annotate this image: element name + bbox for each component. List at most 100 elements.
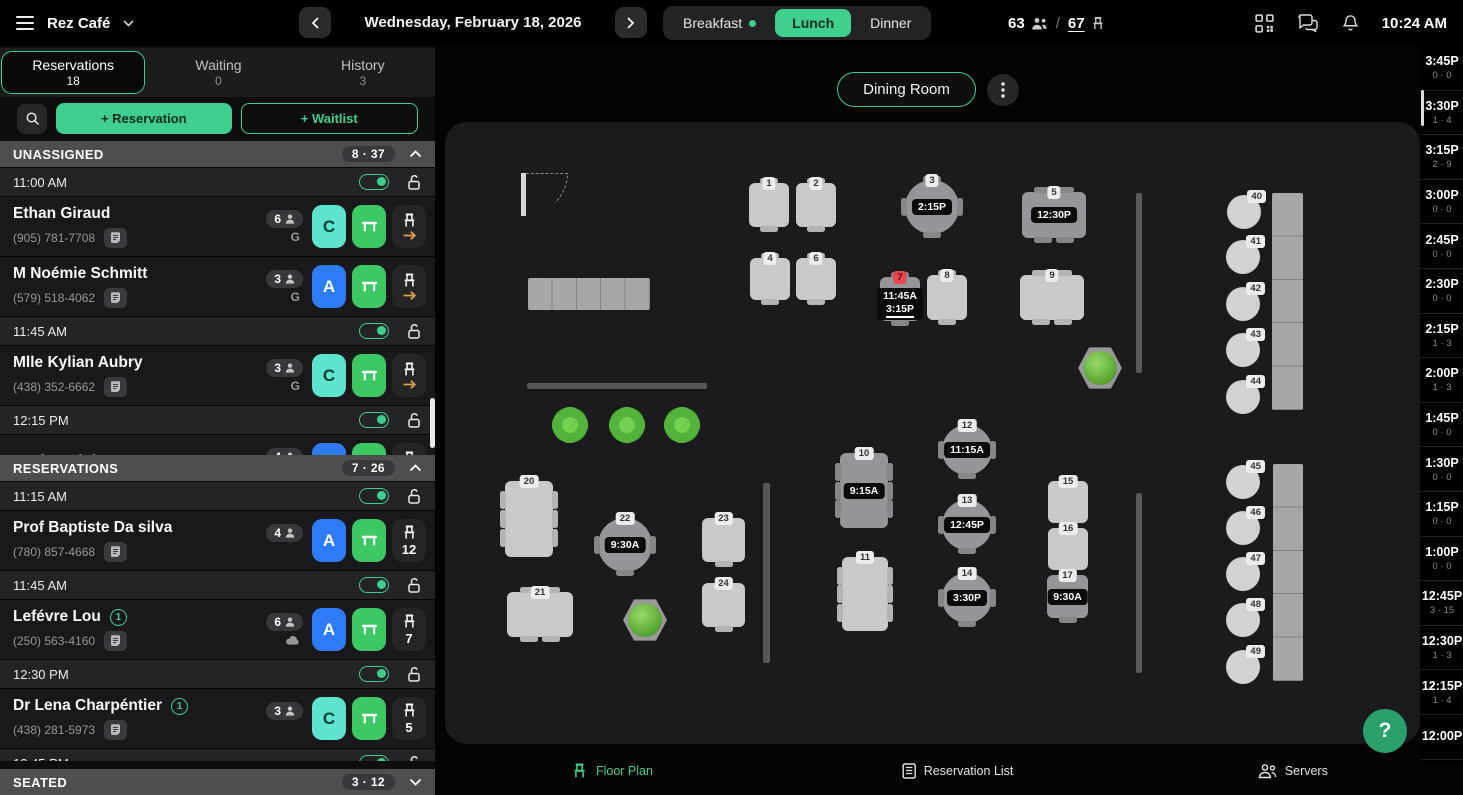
floor-table-9[interactable]: 9	[1020, 275, 1084, 320]
table-status-badge[interactable]	[352, 205, 386, 248]
floor-stool-42[interactable]: 42	[1226, 287, 1260, 321]
reservation-row[interactable]: Lucie Hubért 4 A	[0, 434, 435, 455]
floor-table-22[interactable]: 229:30A	[598, 518, 652, 572]
help-button[interactable]: ?	[1363, 709, 1407, 753]
note-button[interactable]	[104, 228, 127, 248]
section-header-seated[interactable]: SEATED3 · 12	[0, 769, 435, 795]
reservation-row[interactable]: Mlle Kylian Aubry (438) 352-6662 3 G C	[0, 345, 435, 405]
floor-table-16[interactable]: 16	[1048, 528, 1088, 570]
meal-tab-dinner[interactable]: Dinner	[853, 9, 928, 37]
next-day-button[interactable]	[615, 7, 647, 38]
assigned-table-badge[interactable]: 12	[392, 519, 426, 562]
reservation-row[interactable]: Ethan Giraud (905) 781-7708 6 G C	[0, 196, 435, 256]
floor-grid-icon[interactable]	[1255, 14, 1274, 33]
timeline-slot-2:15P[interactable]: 2:15P1 · 3	[1421, 314, 1463, 359]
online-toggle[interactable]	[359, 577, 389, 593]
floor-stool-41[interactable]: 41	[1226, 240, 1260, 274]
menu-icon[interactable]	[16, 16, 34, 30]
floor-table-10[interactable]: 109:15A	[840, 453, 888, 528]
floor-table-13[interactable]: 1312:45P	[942, 500, 992, 550]
sidebar-tab-waiting[interactable]: Waiting0	[147, 51, 289, 94]
room-selector[interactable]: Dining Room	[837, 72, 976, 107]
online-toggle[interactable]	[359, 174, 389, 190]
online-toggle[interactable]	[359, 755, 389, 761]
timeline-slot-2:00P[interactable]: 2:00P1 · 3	[1421, 358, 1463, 403]
search-button[interactable]	[17, 104, 47, 134]
guest-status-badge[interactable]: A	[312, 519, 346, 562]
guest-status-badge[interactable]: A	[312, 608, 346, 651]
floor-table-6[interactable]: 6	[796, 258, 836, 300]
timeline-slot-12:15P[interactable]: 12:15P1 · 4	[1421, 670, 1463, 715]
table-status-badge[interactable]	[352, 354, 386, 397]
floor-stool-43[interactable]: 43	[1226, 333, 1260, 367]
seat-guest-button[interactable]	[392, 205, 426, 248]
chevron-down-icon[interactable]	[123, 20, 134, 27]
venue-name[interactable]: Rez Café	[47, 15, 110, 32]
floor-stool-45[interactable]: 45	[1226, 465, 1260, 499]
timeline-slot-1:00P[interactable]: 1:00P0 · 0	[1421, 537, 1463, 582]
timeline-slot-12:30P[interactable]: 12:30P1 · 3	[1421, 626, 1463, 671]
online-toggle[interactable]	[359, 323, 389, 339]
note-button[interactable]	[104, 288, 127, 308]
floor-table-11[interactable]: 11	[842, 557, 888, 631]
assigned-table-badge[interactable]: 7	[392, 608, 426, 651]
timeline-slot-1:15P[interactable]: 1:15P0 · 0	[1421, 492, 1463, 537]
section-header-unassigned[interactable]: UNASSIGNED8 · 37	[0, 141, 435, 167]
notifications-icon[interactable]	[1342, 14, 1359, 33]
floor-stool-44[interactable]: 44	[1226, 380, 1260, 414]
floor-table-12[interactable]: 1211:15A	[942, 425, 992, 475]
add-waitlist-button[interactable]: + Waitlist	[241, 103, 419, 134]
nav-floor-plan[interactable]: Floor Plan	[572, 746, 653, 795]
floor-table-15[interactable]: 15	[1048, 481, 1088, 523]
guest-status-badge[interactable]: C	[312, 697, 346, 740]
online-toggle[interactable]	[359, 412, 389, 428]
floor-table-20[interactable]: 20	[505, 481, 553, 557]
unlock-icon[interactable]	[406, 488, 422, 505]
floor-stool-48[interactable]: 48	[1226, 603, 1260, 637]
floor-table-7[interactable]: 711:45A3:15P	[880, 277, 920, 321]
floor-stool-49[interactable]: 49	[1226, 650, 1260, 684]
room-menu-button[interactable]	[987, 74, 1019, 106]
table-status-badge[interactable]	[352, 697, 386, 740]
guest-status-badge[interactable]: C	[312, 354, 346, 397]
timeline-slot-1:45P[interactable]: 1:45P0 · 0	[1421, 403, 1463, 448]
timeline-slot-3:00P[interactable]: 3:00P0 · 0	[1421, 180, 1463, 225]
unlock-icon[interactable]	[406, 666, 422, 683]
floor-stool-40[interactable]: 40	[1227, 195, 1261, 229]
guest-status-badge[interactable]: A	[312, 443, 346, 455]
floor-stool-47[interactable]: 47	[1226, 557, 1260, 591]
sidebar-tab-reservations[interactable]: Reservations18	[1, 51, 145, 94]
note-button[interactable]	[104, 631, 127, 651]
reservation-row[interactable]: M Noémie Schmitt (579) 518-4062 3 G A	[0, 256, 435, 316]
timeline-slot-2:45P[interactable]: 2:45P0 · 0	[1421, 224, 1463, 269]
floor-table-24[interactable]: 24	[702, 583, 745, 627]
seat-guest-button[interactable]	[392, 265, 426, 308]
assigned-table-badge[interactable]: 5	[392, 697, 426, 740]
table-status-badge[interactable]	[352, 608, 386, 651]
meal-tab-breakfast[interactable]: Breakfast	[666, 9, 773, 37]
guest-status-badge[interactable]: A	[312, 265, 346, 308]
unlock-icon[interactable]	[406, 174, 422, 191]
reservation-row[interactable]: Prof Baptiste Da silva (780) 857-4668 4 …	[0, 510, 435, 570]
floor-table-23[interactable]: 23	[702, 518, 745, 562]
guest-status-badge[interactable]: C	[312, 205, 346, 248]
table-status-badge[interactable]	[352, 443, 386, 455]
reservation-row[interactable]: Lefévre Lou1 (250) 563-4160 6 A 7	[0, 599, 435, 659]
unlock-icon[interactable]	[406, 412, 422, 429]
seat-guest-button[interactable]	[392, 443, 426, 455]
unlock-icon[interactable]	[406, 323, 422, 340]
timeline-slot-12:45P[interactable]: 12:45P3 · 15	[1421, 581, 1463, 626]
nav-reservation-list[interactable]: Reservation List	[902, 746, 1014, 795]
add-reservation-button[interactable]: + Reservation	[56, 103, 232, 134]
timeline-slot-3:45P[interactable]: 3:45P0 · 0	[1421, 46, 1463, 91]
timeline-slot-3:15P[interactable]: 3:15P2 · 9	[1421, 135, 1463, 180]
nav-servers[interactable]: Servers	[1258, 746, 1328, 795]
unlock-icon[interactable]	[406, 755, 422, 762]
floor-table-8[interactable]: 8	[927, 275, 967, 320]
floor-table-3[interactable]: 32:15P	[905, 180, 959, 234]
online-toggle[interactable]	[359, 488, 389, 504]
meal-tab-lunch[interactable]: Lunch	[775, 9, 851, 37]
note-button[interactable]	[104, 720, 127, 740]
table-status-badge[interactable]	[352, 265, 386, 308]
timeline-scrollbar[interactable]	[1421, 90, 1424, 126]
